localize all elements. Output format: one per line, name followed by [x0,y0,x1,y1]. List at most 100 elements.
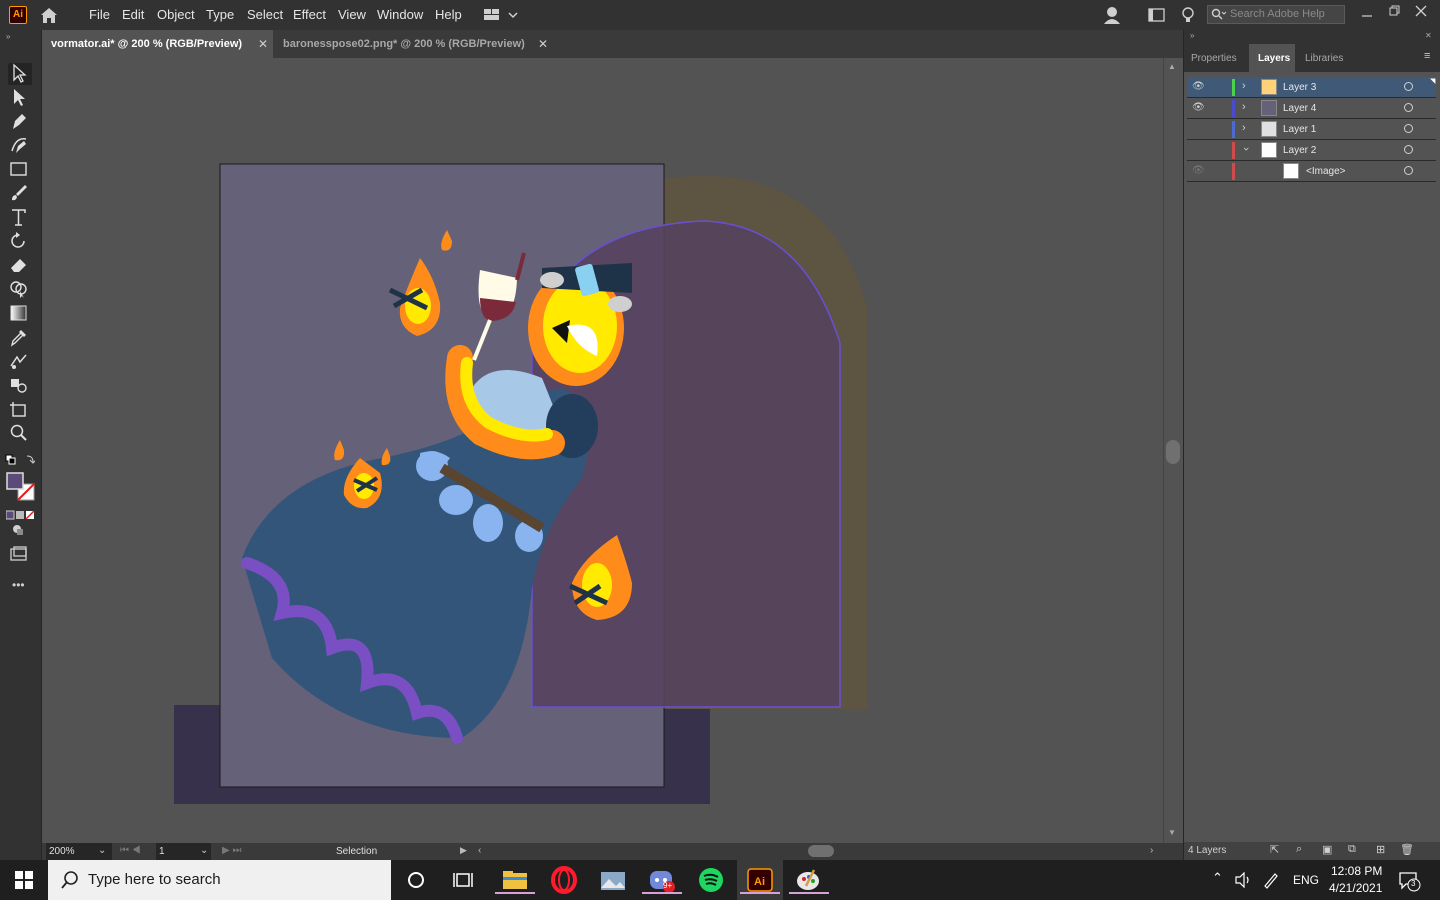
horizontal-scroll-thumb[interactable] [808,845,834,857]
layer-name[interactable]: Layer 1 [1283,124,1316,135]
language-indicator[interactable]: ENG [1293,873,1319,887]
canvas[interactable] [42,58,1163,843]
visibility-eye-icon[interactable]: 👁 [1192,81,1205,92]
layer-name[interactable]: Layer 4 [1283,103,1316,114]
eraser-tool-icon[interactable] [8,255,32,277]
menu-view[interactable]: View [338,7,366,22]
layer-name[interactable]: Layer 3 [1283,82,1316,93]
layer-row-image[interactable]: 👁 <Image> [1187,161,1436,182]
new-sublayer-icon[interactable]: ⧉ [1348,843,1356,856]
layer-row-layer-1[interactable]: › Layer 1 [1187,119,1436,140]
target-circle-icon[interactable] [1404,124,1413,133]
artboard-last-icon[interactable]: ▶ ⏭ [222,845,241,856]
tab-libraries[interactable]: Libraries [1305,48,1343,70]
menu-type[interactable]: Type [206,7,234,22]
vertical-scrollbar[interactable]: ▲ ▼ [1163,58,1183,843]
opera-icon[interactable] [549,866,579,894]
tab-layers[interactable]: Layers [1258,48,1290,70]
layer-row-layer-3[interactable]: 👁 › Layer 3 ◥ [1187,77,1436,98]
curvature-tool-icon[interactable] [8,135,32,157]
default-swap-colors-icon[interactable] [5,453,37,465]
delete-layer-icon[interactable]: 🗑 [1400,843,1414,856]
scroll-left-icon[interactable]: ‹ [478,845,481,856]
photos-icon[interactable] [598,866,628,894]
notification-center-icon[interactable]: 3 [1398,870,1422,892]
symbol-sprayer-tool-icon[interactable] [8,375,32,397]
layer-row-layer-4[interactable]: 👁 › Layer 4 [1187,98,1436,119]
layer-row-layer-2[interactable]: › Layer 2 [1187,140,1436,161]
scroll-down-icon[interactable]: ▼ [1168,828,1176,837]
artboard-dropdown-icon[interactable]: ⌄ [200,845,208,856]
close-window-icon[interactable] [1415,4,1427,17]
file-explorer-icon[interactable] [495,866,535,894]
tab-properties[interactable]: Properties [1191,48,1237,70]
shape-builder-tool-icon[interactable] [8,279,32,301]
tab-close-icon[interactable]: ✕ [258,30,268,58]
paintbrush-tool-icon[interactable] [8,183,32,205]
panel-menu-icon[interactable]: ≡ [1424,50,1430,62]
tab-vormator[interactable]: vormator.ai* @ 200 % (RGB/Preview) ✕ [42,30,273,58]
arrange-documents-icon[interactable] [1148,7,1166,23]
artboard-first-icon[interactable]: ⏮ ◀ [120,845,141,856]
home-icon[interactable] [38,5,60,25]
target-circle-icon[interactable] [1404,145,1413,154]
taskbar-search-input[interactable]: Type here to search [48,860,391,900]
illustrator-icon[interactable]: Ai [740,866,780,894]
menu-edit[interactable]: Edit [122,7,144,22]
screen-mode-icon[interactable] [8,544,32,566]
menu-select[interactable]: Select [247,7,283,22]
tab-baronesspose[interactable]: baronesspose02.png* @ 200 % (RGB/Preview… [274,30,554,58]
selection-tool-icon[interactable] [8,63,32,85]
cortana-icon[interactable] [406,870,426,890]
close-dock-icon[interactable]: ✕ [1425,31,1432,40]
scroll-right-icon[interactable]: › [1150,845,1153,856]
menu-file[interactable]: File [89,7,110,22]
windows-start-icon[interactable] [14,870,34,890]
rectangle-tool-icon[interactable] [8,159,32,181]
menu-help[interactable]: Help [435,7,462,22]
menu-effect[interactable]: Effect [293,7,326,22]
menu-object[interactable]: Object [157,7,195,22]
direct-selection-tool-icon[interactable] [8,87,32,109]
expand-chevron-icon[interactable]: › [1242,80,1246,92]
search-adobe-help-input[interactable]: Search Adobe Help [1207,5,1345,24]
tab-close-icon[interactable]: ✕ [538,30,548,58]
restore-icon[interactable] [1389,4,1401,16]
target-circle-icon[interactable] [1404,82,1413,91]
status-menu-icon[interactable]: ▶ [460,845,467,856]
artboard-tool-icon[interactable] [8,399,32,421]
scroll-thumb[interactable] [1166,440,1180,464]
workspace-switcher-icon[interactable] [483,7,519,23]
minimize-icon[interactable] [1361,6,1373,18]
locate-object-icon[interactable]: ⌕ [1296,843,1302,856]
visibility-eye-icon[interactable]: 👁 [1192,102,1205,113]
target-circle-icon[interactable] [1404,166,1413,175]
layer-name[interactable]: <Image> [1306,166,1345,177]
collapse-panel-icon[interactable]: » [6,32,18,41]
target-circle-icon[interactable] [1404,103,1413,112]
scroll-up-icon[interactable]: ▲ [1168,62,1176,71]
collapse-dock-icon[interactable]: » [1190,31,1194,40]
task-view-icon[interactable] [453,870,475,890]
rotate-tool-icon[interactable] [8,231,32,253]
collapse-chevron-icon[interactable]: › [1240,147,1252,151]
expand-chevron-icon[interactable]: › [1242,122,1246,134]
draw-mode-icon[interactable] [8,520,32,542]
fill-stroke-swatch[interactable] [6,472,36,502]
expand-chevron-icon[interactable]: › [1242,101,1246,113]
visibility-eye-icon[interactable]: 👁 [1192,165,1205,176]
clock-time[interactable]: 12:08 PM [1331,864,1382,878]
new-layer-icon[interactable]: ⊞ [1376,843,1385,856]
color-mode-icon[interactable] [5,507,36,520]
type-tool-icon[interactable] [8,207,32,229]
zoom-dropdown-icon[interactable]: ⌄ [98,845,106,856]
layer-name[interactable]: Layer 2 [1283,145,1316,156]
eyedropper-tool-icon[interactable] [8,327,32,349]
zoom-tool-icon[interactable] [8,423,32,445]
discord-icon[interactable]: 9+ [642,866,682,894]
clock-date[interactable]: 4/21/2021 [1329,881,1382,895]
pen-input-icon[interactable] [1262,871,1280,889]
menu-window[interactable]: Window [377,7,423,22]
gradient-tool-icon[interactable] [8,303,32,325]
tray-overflow-icon[interactable]: ⌃ [1212,870,1223,886]
